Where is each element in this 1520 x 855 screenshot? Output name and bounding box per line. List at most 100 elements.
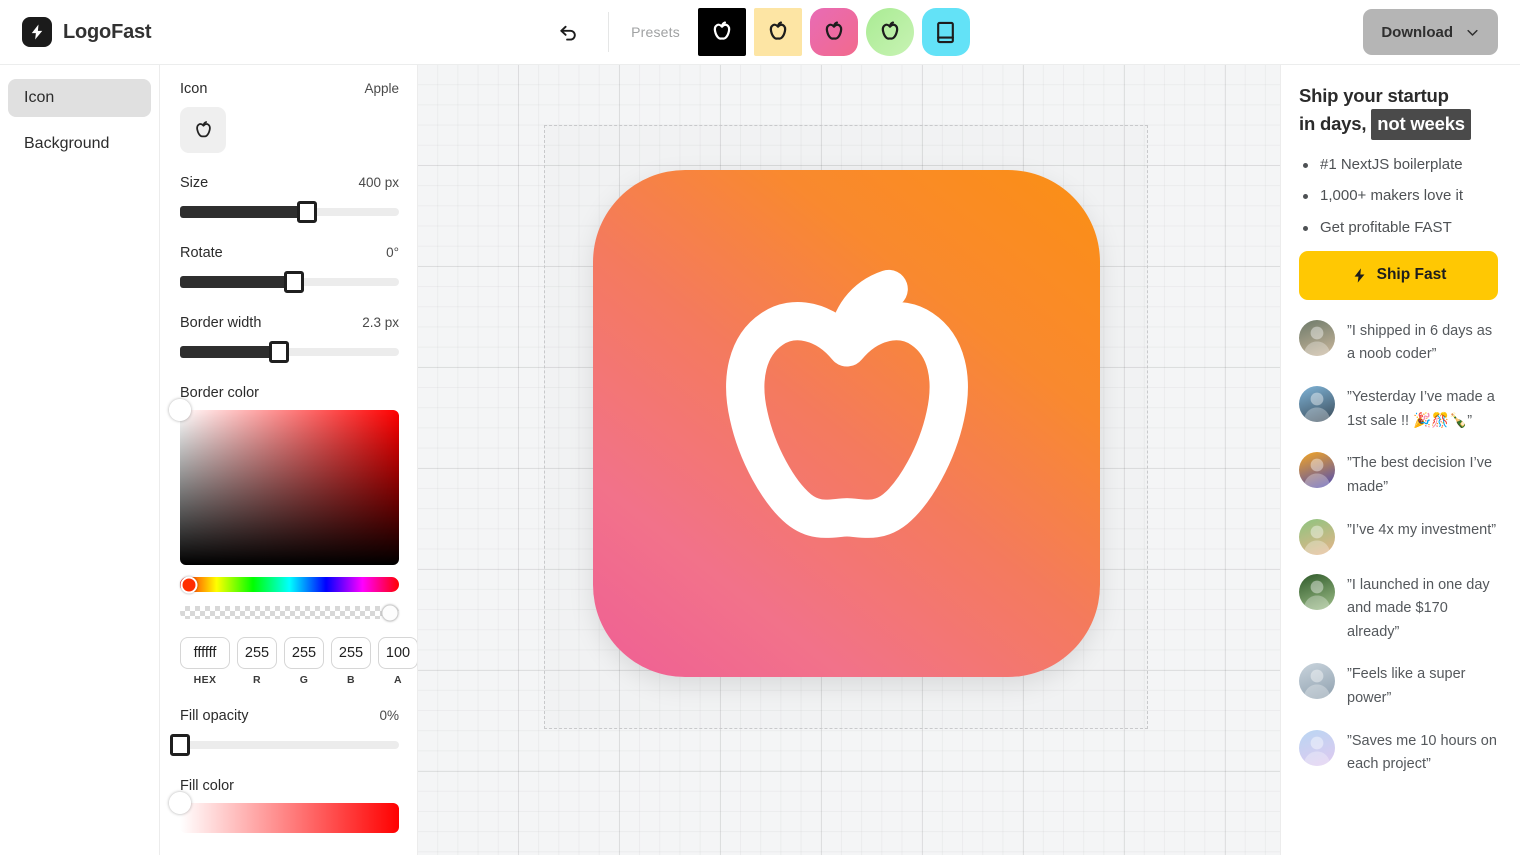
border-color-control: Border color ffffff HEX 255 R 255 G 255 … <box>169 385 417 686</box>
rotate-control: Rotate 0° <box>180 245 399 293</box>
red-input[interactable]: 255 <box>237 637 277 669</box>
avatar <box>1299 663 1335 700</box>
green-caption: G <box>299 674 309 686</box>
undo-arrow-icon <box>557 21 580 44</box>
border-width-control: Border width 2.3 px <box>180 315 399 363</box>
promo-heading-line1: Ship your startup <box>1299 85 1449 106</box>
app-root: LogoFast Presets Download Icon Backgroun… <box>0 0 1520 855</box>
promo-bullet: 1,000+ makers love it <box>1299 187 1498 206</box>
ship-fast-label: Ship Fast <box>1376 266 1447 284</box>
preset-list <box>697 8 970 56</box>
icon-label: Icon <box>180 81 208 97</box>
preset-cyan-book[interactable] <box>921 8 970 56</box>
border-width-slider[interactable] <box>180 341 399 363</box>
avatar <box>1299 729 1335 766</box>
hex-caption: HEX <box>193 674 217 686</box>
border-width-label: Border width <box>180 315 262 331</box>
promo-bullet: #1 NextJS boilerplate <box>1299 156 1498 175</box>
hue-slider[interactable] <box>180 576 399 593</box>
fill-color-area[interactable] <box>169 792 399 833</box>
ship-fast-button[interactable]: Ship Fast <box>1299 250 1498 300</box>
promo-bullets: #1 NextJS boilerplate 1,000+ makers love … <box>1299 156 1498 238</box>
testimonial-text: ”I’ve 4x my investment” <box>1347 521 1497 538</box>
testimonial-text: ”Saves me 10 hours on each project” <box>1347 732 1497 773</box>
color-fields: ffffff HEX 255 R 255 G 255 B 100 A <box>180 637 417 686</box>
book-icon <box>932 19 959 46</box>
size-slider[interactable] <box>180 201 399 223</box>
controls-panel: Icon Apple Size 400 px Rotate 0° Border … <box>160 65 418 855</box>
sidebar-item-label: Background <box>24 135 110 152</box>
rotate-value: 0° <box>386 245 399 260</box>
blue-caption: B <box>347 674 355 686</box>
fill-opacity-slider[interactable] <box>170 734 399 756</box>
fill-color-control: Fill color <box>169 778 399 833</box>
preset-black-apple[interactable] <box>697 8 746 56</box>
testimonial-item: ”The best decision I’ve made” <box>1299 452 1498 499</box>
fill-opacity-label: Fill opacity <box>180 708 249 724</box>
sv-handle[interactable] <box>169 399 191 421</box>
red-caption: R <box>253 674 261 686</box>
brand: LogoFast <box>0 17 420 47</box>
icon-picker-button[interactable] <box>180 107 226 153</box>
border-color-label: Border color <box>180 385 259 401</box>
size-control: Size 400 px <box>180 175 399 223</box>
icon-value: Apple <box>364 81 399 96</box>
preset-pink-apple[interactable] <box>809 8 858 56</box>
apple-icon <box>820 18 848 46</box>
avatar <box>1299 452 1335 489</box>
promo-heading-highlight: not weeks <box>1371 109 1471 140</box>
chevron-down-icon <box>1465 25 1480 40</box>
logo-canvas[interactable] <box>418 65 1280 855</box>
fill-opacity-control: Fill opacity 0% <box>170 708 399 756</box>
testimonial-text: ”I launched in one day and made $170 alr… <box>1347 576 1490 640</box>
testimonial-item: ”I’ve 4x my investment” <box>1299 518 1498 555</box>
app-header: LogoFast Presets Download <box>0 0 1520 65</box>
border-width-value: 2.3 px <box>362 315 399 330</box>
alpha-handle[interactable] <box>381 604 399 621</box>
avatar <box>1299 573 1335 610</box>
testimonial-item: ”Feels like a super power” <box>1299 663 1498 710</box>
sidebar: Icon Background <box>0 65 160 855</box>
testimonial-text: ”The best decision I’ve made” <box>1347 455 1493 495</box>
download-label: Download <box>1381 23 1453 41</box>
preset-yellow-apple[interactable] <box>753 8 802 56</box>
testimonial-item: ”I shipped in 6 days as a noob coder” <box>1299 319 1498 367</box>
saturation-value-area[interactable] <box>169 399 399 565</box>
promo-heading: Ship your startup in days, not weeks <box>1299 83 1498 140</box>
apple-icon <box>708 18 736 46</box>
logo-preview[interactable] <box>593 170 1100 677</box>
green-input[interactable]: 255 <box>284 637 324 669</box>
preset-green-apple[interactable] <box>865 8 914 56</box>
size-label: Size <box>180 175 209 191</box>
sidebar-item-label: Icon <box>24 89 55 106</box>
apple-icon <box>191 118 216 143</box>
testimonial-list: ”I shipped in 6 days as a noob coder” ”Y… <box>1299 319 1498 777</box>
testimonial-item: ”Yesterday I’ve made a 1st sale !! 🎉🎊🍾” <box>1299 386 1498 433</box>
avatar <box>1299 386 1335 423</box>
blue-input[interactable]: 255 <box>331 637 371 669</box>
undo-button[interactable] <box>550 14 586 50</box>
brand-name: LogoFast <box>63 20 152 43</box>
rotate-slider[interactable] <box>180 271 399 293</box>
hex-input[interactable]: ffffff <box>180 637 230 669</box>
testimonial-item: ”Saves me 10 hours on each project” <box>1299 729 1498 777</box>
alpha-slider[interactable] <box>180 604 399 621</box>
avatar <box>1299 518 1335 555</box>
sidebar-item-background[interactable]: Background <box>8 125 151 163</box>
lightning-bolt-icon <box>1351 267 1368 284</box>
download-button[interactable]: Download <box>1363 9 1498 55</box>
promo-bullet: Get profitable FAST <box>1299 219 1498 238</box>
header-toolbar: Presets <box>420 8 1100 56</box>
promo-panel: Ship your startup in days, not weeks #1 … <box>1280 65 1520 855</box>
sidebar-item-icon[interactable]: Icon <box>8 79 151 117</box>
alpha-caption: A <box>394 674 402 686</box>
hue-handle[interactable] <box>180 576 198 593</box>
size-value: 400 px <box>358 175 399 190</box>
apple-icon <box>764 18 792 46</box>
app-body: Icon Background Icon Apple Size 400 px R… <box>0 65 1520 855</box>
fill-color-handle[interactable] <box>169 792 191 814</box>
fill-color-label: Fill color <box>180 778 234 794</box>
testimonial-text: ”Feels like a super power” <box>1347 666 1466 707</box>
icon-row: Icon Apple <box>180 81 399 97</box>
alpha-input[interactable]: 100 <box>378 637 417 669</box>
